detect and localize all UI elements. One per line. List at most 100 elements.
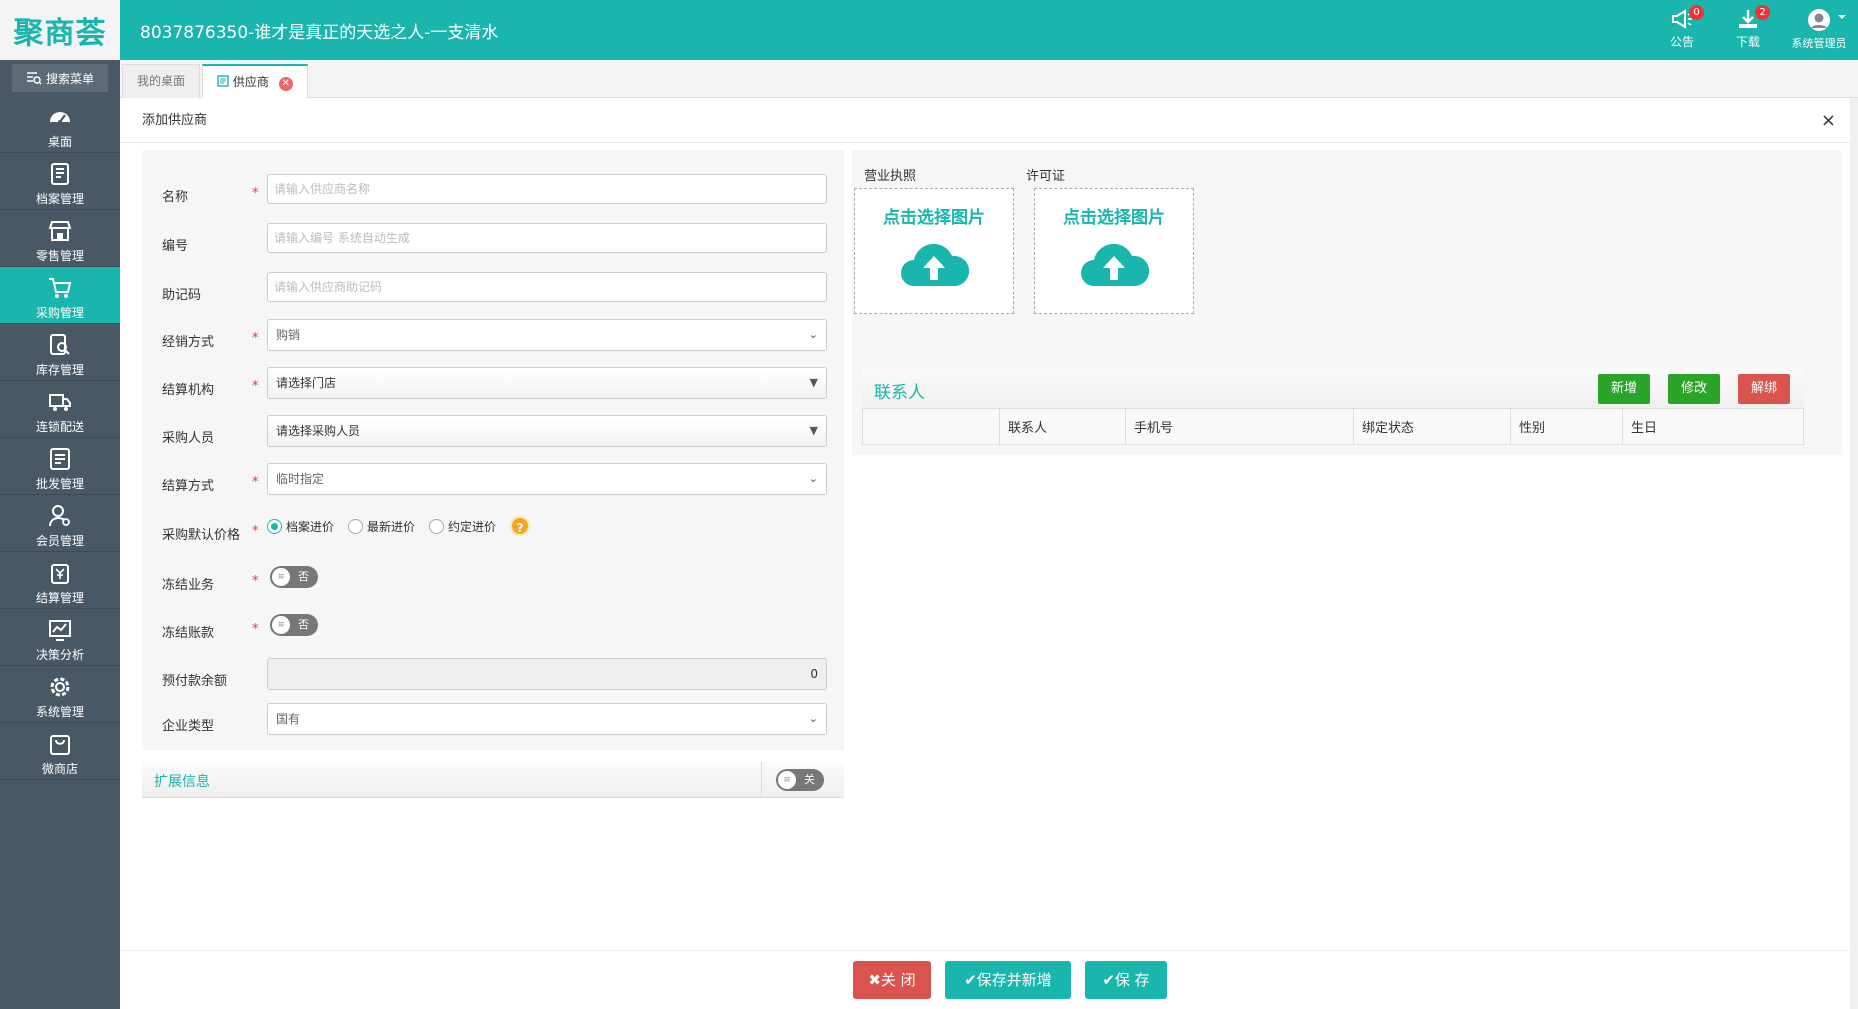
edit-contact-button[interactable]: 修改 xyxy=(1668,374,1721,404)
radio-archive-price[interactable]: 档案进价 xyxy=(267,518,334,535)
required-mark: * xyxy=(252,186,259,201)
sidebar-item-settlement[interactable]: 结算管理 xyxy=(0,552,120,609)
name-input[interactable] xyxy=(267,174,827,204)
required-mark: * xyxy=(252,524,259,539)
table-header-cell[interactable]: 联系人 xyxy=(999,408,1126,445)
buyer-select[interactable]: 请选择采购人员 ▼ xyxy=(267,415,827,447)
sidebar-item-analysis[interactable]: 决策分析 xyxy=(0,609,120,666)
code-input[interactable] xyxy=(267,223,827,253)
download-button[interactable]: 2 下载 xyxy=(1736,5,1770,50)
freeze-account-toggle[interactable]: ≡ 否 xyxy=(270,614,318,636)
settle-org-value: 请选择门店 xyxy=(276,376,337,390)
help-icon[interactable]: ? xyxy=(510,516,531,536)
radio-latest-price[interactable]: 最新进价 xyxy=(348,518,415,535)
company-type-select[interactable]: 国有 ⌄ xyxy=(267,703,827,735)
chevron-down-icon: ⌄ xyxy=(808,712,818,725)
required-mark: * xyxy=(252,475,259,490)
sidebar-item-archive[interactable]: 档案管理 xyxy=(0,153,120,210)
table-header-cell[interactable]: 手机号 xyxy=(1125,408,1354,445)
table-header-cell[interactable]: 绑定状态 xyxy=(1353,408,1511,445)
sidebar-item-microstore[interactable]: 微商店 xyxy=(0,723,120,780)
download-label: 下载 xyxy=(1736,35,1761,49)
sidebar-item-label: 结算管理 xyxy=(35,591,84,605)
logo[interactable]: 聚商荟 xyxy=(0,0,120,60)
unbind-contact-button[interactable]: 解绑 xyxy=(1738,374,1791,404)
license-upload[interactable]: 点击选择图片 xyxy=(854,188,1014,314)
gear-icon xyxy=(50,677,70,697)
close-button-label: 关 闭 xyxy=(880,971,916,989)
radio-agreed-price[interactable]: 约定进价 xyxy=(429,518,496,535)
avatar-icon xyxy=(1808,9,1830,31)
user-menu[interactable]: 系统管理员 xyxy=(1786,8,1852,51)
tab-close-icon[interactable]: ✕ xyxy=(278,77,293,91)
sidebar-item-label: 系统管理 xyxy=(35,705,84,719)
upload-text: 点击选择图片 xyxy=(883,208,985,228)
extension-toggle[interactable]: ≡ 关 xyxy=(776,769,824,791)
toggle-label: 否 xyxy=(298,570,309,583)
wholesale-icon xyxy=(50,448,70,470)
store-icon xyxy=(48,221,72,241)
save-button[interactable]: ✔保 存 xyxy=(1085,961,1167,999)
table-header-cell[interactable]: 性别 xyxy=(1510,408,1623,445)
search-menu-button[interactable]: 搜索菜单 xyxy=(12,64,108,92)
prepaid-field: 0 xyxy=(267,658,827,690)
sidebar-item-inventory[interactable]: 库存管理 xyxy=(0,324,120,381)
settle-org-label: 结算机构 xyxy=(162,383,215,398)
sidebar-item-retail[interactable]: 零售管理 xyxy=(0,210,120,267)
radio-dot xyxy=(348,518,364,534)
sidebar-item-label: 批发管理 xyxy=(35,477,84,491)
sidebar-item-purchase[interactable]: 采购管理 xyxy=(0,267,120,324)
permit-upload[interactable]: 点击选择图片 xyxy=(1034,188,1194,314)
sidebar-item-desktop[interactable]: 桌面 xyxy=(0,96,120,153)
close-button[interactable]: ✖关 闭 xyxy=(853,961,931,999)
toggle-knob: ≡ xyxy=(272,568,290,586)
cloud-upload-icon xyxy=(901,243,970,286)
settle-mode-select[interactable]: 临时指定 ⌄ xyxy=(267,463,827,495)
row-mnemonic: 助记码 xyxy=(142,272,844,312)
required-mark: * xyxy=(252,574,259,589)
close-x-icon: ✖ xyxy=(868,971,881,989)
save-and-new-button[interactable]: ✔保存并新增 xyxy=(945,961,1071,999)
sidebar-item-label: 连锁配送 xyxy=(35,420,84,434)
row-buyer: 采购人员 请选择采购人员 ▼ xyxy=(142,415,844,455)
row-settle-mode: 结算方式 * 临时指定 ⌄ xyxy=(142,463,844,503)
extension-title[interactable]: 扩展信息 xyxy=(154,771,210,791)
tab-my-desktop[interactable]: 我的桌面 xyxy=(122,64,201,98)
row-freeze-business: 冻结业务 * ≡ 否 xyxy=(142,562,844,602)
sale-mode-label: 经销方式 xyxy=(162,335,215,350)
radio-dot xyxy=(429,518,445,534)
member-icon xyxy=(49,505,70,527)
sidebar-item-label: 库存管理 xyxy=(35,363,84,377)
table-header-row: 联系人 手机号 绑定状态 性别 生日 xyxy=(862,408,1804,445)
toggle-label: 关 xyxy=(804,773,815,786)
tab-supplier[interactable]: 供应商 ✕ xyxy=(202,64,308,99)
company-type-value: 国有 xyxy=(276,712,301,726)
announce-button[interactable]: 0 公告 xyxy=(1670,5,1704,50)
toggle-knob: ≡ xyxy=(778,771,796,789)
radio-dot xyxy=(267,518,282,534)
mnemonic-input[interactable] xyxy=(267,272,827,302)
sidebar: 搜索菜单 桌面 档案管理 零售管理 采购管理 库存管理 连锁配送 批发管理 会员… xyxy=(0,60,120,1009)
upload-text: 点击选择图片 xyxy=(1063,208,1165,228)
sidebar-item-distribution[interactable]: 连锁配送 xyxy=(0,381,120,438)
add-contact-button[interactable]: 新增 xyxy=(1598,374,1651,404)
right-section: 营业执照 许可证 点击选择图片 点击选择图片 联系人 新增 修改 解绑 联系人 … xyxy=(852,150,1842,455)
table-header-cell[interactable]: 生日 xyxy=(1622,408,1804,445)
sidebar-item-system[interactable]: 系统管理 xyxy=(0,666,120,723)
radio-label: 档案进价 xyxy=(286,519,335,534)
sale-mode-value: 购销 xyxy=(276,328,301,342)
freeze-business-toggle[interactable]: ≡ 否 xyxy=(270,566,318,588)
panel-close-icon[interactable]: × xyxy=(1821,110,1836,131)
required-mark: * xyxy=(252,622,259,637)
row-settle-org: 结算机构 * 请选择门店 ▼ xyxy=(142,367,844,407)
chevron-down-icon: ⌄ xyxy=(808,328,818,341)
sidebar-item-member[interactable]: 会员管理 xyxy=(0,495,120,552)
contacts-table: 联系人 手机号 绑定状态 性别 生日 xyxy=(862,408,1804,445)
sidebar-item-wholesale[interactable]: 批发管理 xyxy=(0,438,120,495)
sidebar-item-label: 采购管理 xyxy=(35,306,84,320)
sidebar-item-label: 零售管理 xyxy=(35,249,84,263)
save-button-label: 保 存 xyxy=(1114,971,1150,989)
sale-mode-select[interactable]: 购销 ⌄ xyxy=(267,319,827,351)
tab-label: 我的桌面 xyxy=(137,74,186,88)
settle-org-select[interactable]: 请选择门店 ▼ xyxy=(267,367,827,399)
